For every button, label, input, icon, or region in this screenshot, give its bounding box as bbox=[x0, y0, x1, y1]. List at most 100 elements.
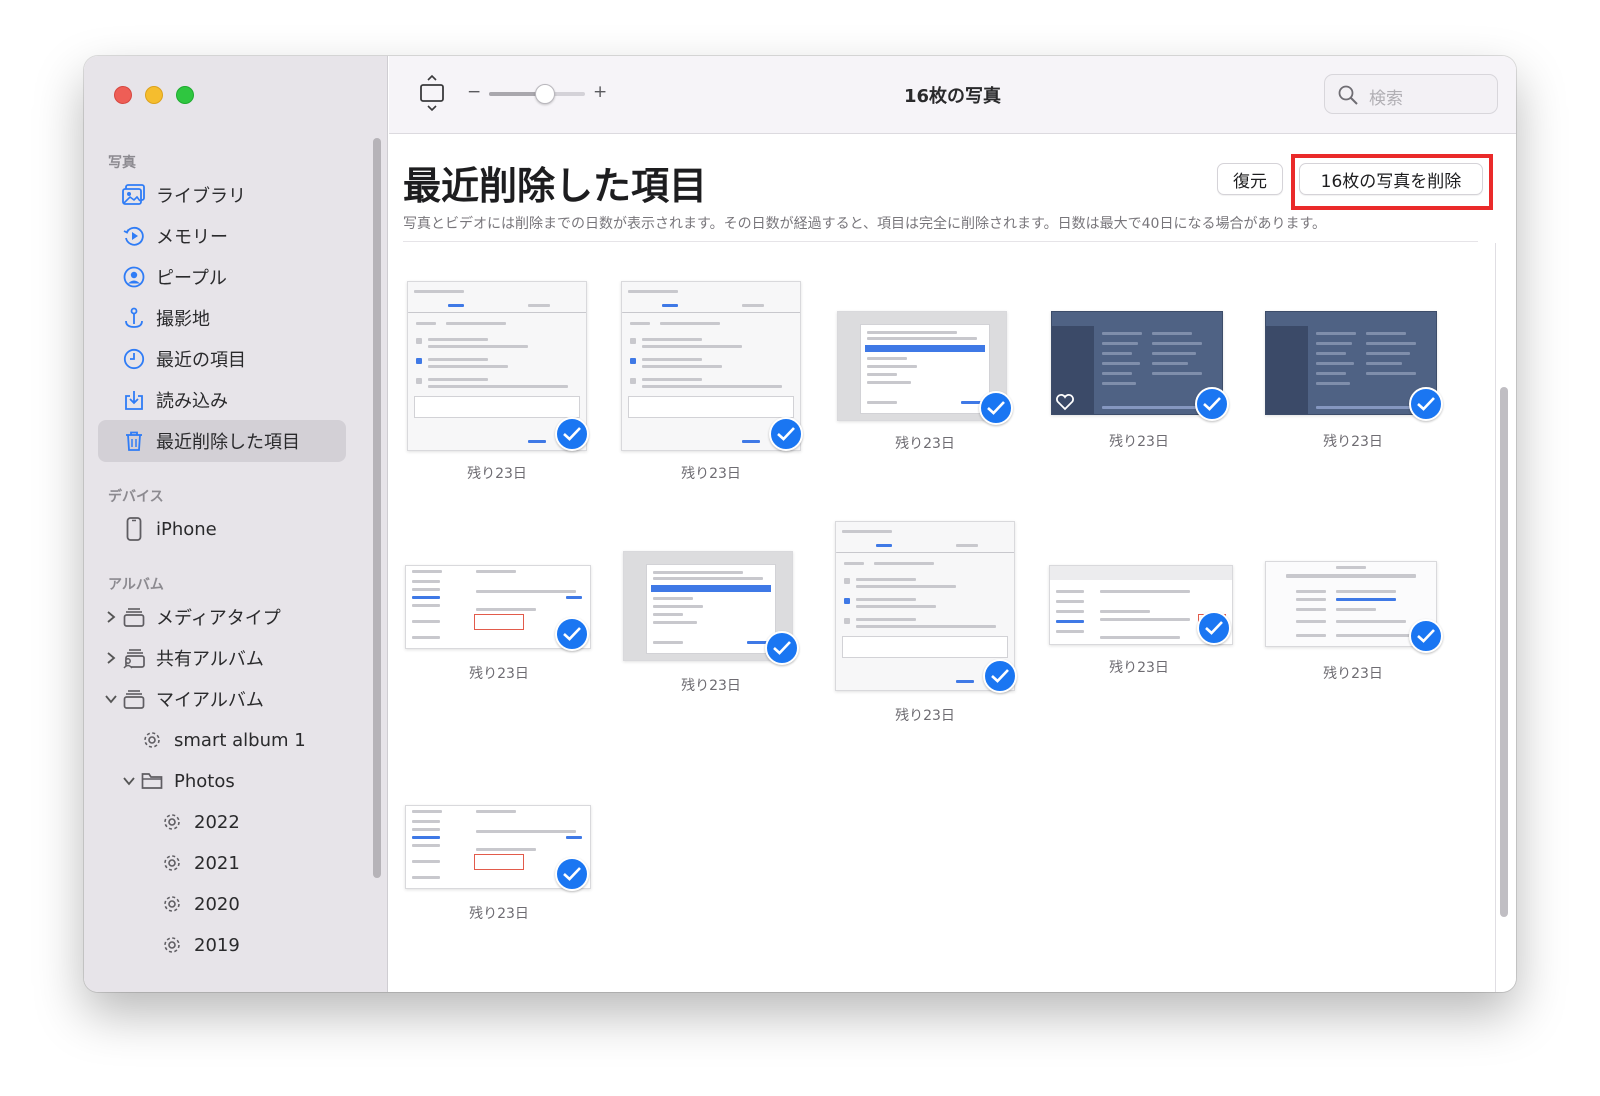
sidebar-item-label: ライブラリ bbox=[156, 186, 246, 207]
minimize-window-button[interactable] bbox=[145, 86, 163, 104]
selected-check-icon bbox=[555, 857, 589, 891]
days-remaining-label: 残り23日 bbox=[895, 708, 955, 724]
sidebar-item-label: 撮影地 bbox=[156, 309, 210, 330]
sidebar-item-recents[interactable]: 最近の項目 bbox=[98, 338, 346, 380]
sidebar-item-label: 共有アルバム bbox=[156, 649, 264, 670]
sidebar-item-label: ピープル bbox=[156, 268, 227, 289]
sidebar-item-label: メディアタイプ bbox=[156, 608, 281, 629]
chevron-right-icon[interactable] bbox=[104, 610, 118, 624]
selected-check-icon bbox=[1409, 619, 1443, 653]
days-remaining-label: 残り23日 bbox=[1109, 660, 1169, 676]
sidebar-item-memories[interactable]: メモリー bbox=[98, 215, 346, 257]
sidebar-item-label: 最近の項目 bbox=[156, 350, 246, 371]
sidebar-item-label: マイアルバム bbox=[156, 690, 264, 711]
photos-window: 写真 ライブラリ メモリー ピープル 撮影地 最近の項目 読み込み 最近削除した… bbox=[84, 56, 1516, 992]
main-content: 最近削除した項目 復元 16枚の写真を削除 写真とビデオには削除までの日数が表示… bbox=[389, 135, 1516, 992]
toolbar: − + 16枚の写真 検索 bbox=[389, 56, 1516, 134]
selected-check-icon bbox=[765, 631, 799, 665]
photo-thumbnail[interactable]: 残り23日 bbox=[621, 551, 805, 751]
selected-check-icon bbox=[979, 391, 1013, 425]
photo-thumbnail[interactable]: 残り23日 bbox=[1263, 561, 1453, 761]
section-header-photos: 写真 bbox=[108, 155, 136, 171]
main-scrollbar[interactable] bbox=[1500, 387, 1508, 917]
sidebar-item-recently-deleted[interactable]: 最近削除した項目 bbox=[98, 420, 346, 462]
sidebar-item-library[interactable]: ライブラリ bbox=[98, 174, 346, 216]
favorite-heart-icon[interactable] bbox=[1055, 393, 1075, 411]
sidebar-item-label: メモリー bbox=[156, 227, 228, 248]
photo-thumbnail[interactable]: 残り23日 bbox=[619, 281, 803, 482]
smart-album-gear-icon bbox=[160, 851, 184, 875]
close-window-button[interactable] bbox=[114, 86, 132, 104]
photo-thumbnail[interactable]: 残り23日 bbox=[405, 565, 595, 765]
chevron-down-icon[interactable] bbox=[104, 692, 118, 706]
search-input[interactable]: 検索 bbox=[1369, 84, 1403, 109]
selected-check-icon bbox=[555, 617, 589, 651]
search-field[interactable]: 検索 bbox=[1324, 74, 1498, 114]
photo-thumbnail[interactable]: 残り23日 bbox=[835, 311, 1019, 511]
sidebar-item-label: 最近削除した項目 bbox=[156, 432, 300, 453]
photo-thumbnail[interactable]: 残り23日 bbox=[1263, 311, 1447, 511]
photo-thumbnail[interactable]: 残り23日 bbox=[405, 281, 589, 482]
library-icon bbox=[122, 183, 146, 207]
sidebar-item-2021[interactable]: 2021 bbox=[98, 842, 346, 884]
section-header-albums: アルバム bbox=[108, 577, 164, 593]
album-stack-icon bbox=[122, 687, 146, 711]
chevron-right-icon[interactable] bbox=[104, 651, 118, 665]
folder-icon bbox=[140, 769, 164, 793]
sidebar-item-label: smart album 1 bbox=[174, 729, 306, 751]
sidebar-item-places[interactable]: 撮影地 bbox=[98, 297, 346, 339]
divider bbox=[403, 241, 1478, 242]
selected-check-icon bbox=[1197, 611, 1231, 645]
sidebar-item-people[interactable]: ピープル bbox=[98, 256, 346, 298]
scroll-track bbox=[1495, 243, 1496, 992]
sidebar: 写真 ライブラリ メモリー ピープル 撮影地 最近の項目 読み込み 最近削除した… bbox=[84, 56, 388, 992]
days-remaining-label: 残り23日 bbox=[895, 436, 955, 452]
photo-thumbnail[interactable]: 残り23日 bbox=[1049, 311, 1233, 511]
days-remaining-label: 残り23日 bbox=[681, 466, 741, 482]
recents-icon bbox=[122, 347, 146, 371]
sidebar-item-iphone[interactable]: iPhone bbox=[98, 508, 346, 550]
shared-album-icon bbox=[122, 646, 146, 670]
smart-album-gear-icon bbox=[140, 728, 164, 752]
iphone-icon bbox=[122, 517, 146, 541]
smart-album-gear-icon bbox=[160, 810, 184, 834]
sidebar-item-shared-albums[interactable]: 共有アルバム bbox=[98, 637, 346, 679]
days-remaining-label: 残り23日 bbox=[467, 466, 527, 482]
zoom-window-button[interactable] bbox=[176, 86, 194, 104]
photo-thumbnail[interactable]: 残り23日 bbox=[405, 805, 595, 992]
smart-album-gear-icon bbox=[160, 892, 184, 916]
sidebar-item-media-types[interactable]: メディアタイプ bbox=[98, 596, 346, 638]
people-icon bbox=[122, 265, 146, 289]
imports-icon bbox=[122, 388, 146, 412]
trash-icon bbox=[122, 429, 146, 453]
days-remaining-label: 残り23日 bbox=[1109, 434, 1169, 450]
highlight-annotation bbox=[1291, 154, 1493, 210]
sidebar-item-2019[interactable]: 2019 bbox=[98, 924, 346, 966]
days-remaining-label: 残り23日 bbox=[469, 666, 529, 682]
memories-icon bbox=[122, 224, 146, 248]
sidebar-item-my-albums[interactable]: マイアルバム bbox=[98, 678, 346, 720]
sidebar-item-label: iPhone bbox=[156, 518, 217, 540]
smart-album-gear-icon bbox=[160, 933, 184, 957]
selected-check-icon bbox=[1195, 387, 1229, 421]
days-remaining-label: 残り23日 bbox=[681, 678, 741, 694]
places-icon bbox=[122, 306, 146, 330]
chevron-down-icon[interactable] bbox=[122, 774, 136, 788]
selected-check-icon bbox=[769, 417, 803, 451]
sidebar-item-label: 2021 bbox=[194, 852, 240, 874]
selected-check-icon bbox=[555, 417, 589, 451]
sidebar-item-2022[interactable]: 2022 bbox=[98, 801, 346, 843]
sidebar-item-photos-folder[interactable]: Photos bbox=[98, 760, 346, 802]
sidebar-item-imports[interactable]: 読み込み bbox=[98, 379, 346, 421]
sidebar-item-label: 2022 bbox=[194, 811, 240, 833]
sidebar-item-2020[interactable]: 2020 bbox=[98, 883, 346, 925]
section-header-devices: デバイス bbox=[108, 489, 164, 505]
sidebar-item-smart-album-1[interactable]: smart album 1 bbox=[98, 719, 346, 761]
photo-thumbnail[interactable]: 残り23日 bbox=[833, 521, 1017, 741]
sidebar-scrollbar[interactable] bbox=[373, 138, 381, 878]
recover-button[interactable]: 復元 bbox=[1217, 163, 1283, 195]
sidebar-item-label: 2020 bbox=[194, 893, 240, 915]
album-stack-icon bbox=[122, 605, 146, 629]
photo-thumbnail[interactable]: 残り23日 bbox=[1047, 565, 1237, 765]
sidebar-item-label: 読み込み bbox=[156, 391, 228, 412]
